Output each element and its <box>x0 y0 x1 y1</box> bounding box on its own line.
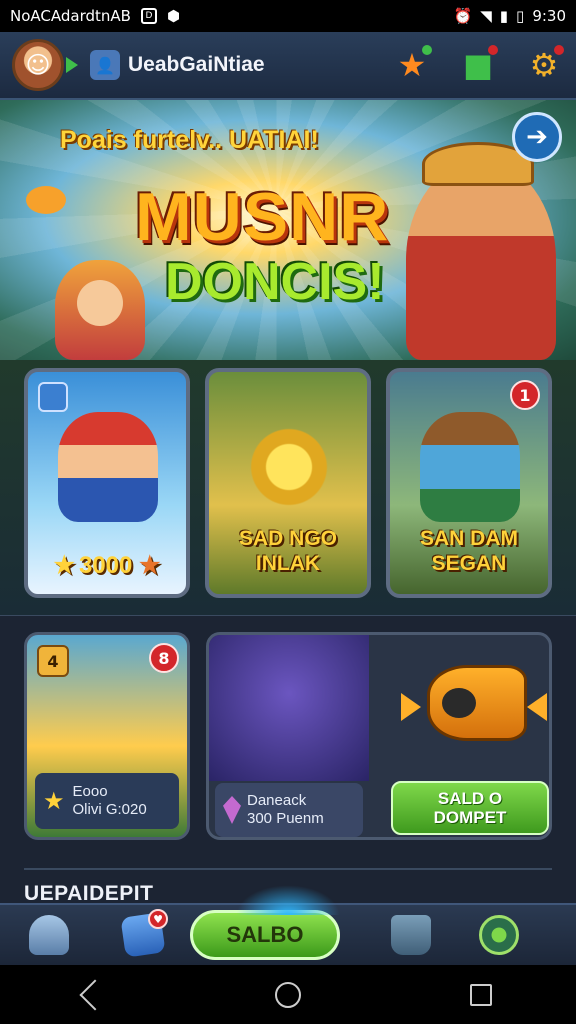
cannon-icon <box>427 665 527 741</box>
system-navigation-bar <box>0 965 576 1024</box>
user-profile-icon[interactable]: 👤 <box>90 50 120 80</box>
avatar[interactable]: ☺ <box>12 39 64 91</box>
notification-badge: 8 <box>149 643 179 673</box>
top-app-bar: ☺ 👤 UeabGaiNtiae ★ ■ ⚙ <box>0 32 576 100</box>
hero-character-illustration <box>406 160 556 360</box>
sim-icon: D <box>140 8 157 24</box>
arrow-left-icon <box>401 693 421 721</box>
saldo-dompet-button[interactable]: SALD O DOMPET <box>391 781 549 835</box>
nav-item-bucket[interactable] <box>374 907 448 963</box>
coins-illustration <box>239 412 339 522</box>
battery-icon: ▯ <box>516 7 525 25</box>
bottom-navigation: ♥ SALBO <box>0 885 576 965</box>
saldo-button[interactable]: SALBO <box>190 910 340 960</box>
promo-section: 4 8 ★ Eooo Olivi G:020 Daneack 300 Puenm… <box>0 615 576 905</box>
village-illustration <box>420 412 520 522</box>
robot-icon <box>29 915 69 955</box>
jester-character-illustration <box>55 260 145 360</box>
alarm-icon: ⏰ <box>453 7 473 25</box>
back-icon[interactable] <box>79 978 111 1011</box>
star-icon[interactable]: ★ <box>392 45 432 85</box>
glow-decoration <box>236 885 340 915</box>
hero-subtitle: Poais furtelv.. UATIAI! <box>60 126 319 154</box>
carrier-text: NoACAdardtnAB <box>10 7 131 25</box>
gem-icon <box>223 796 241 824</box>
shield-icon: ⬢ <box>166 7 181 25</box>
nav-item-robot[interactable] <box>12 907 86 963</box>
globe-icon <box>479 915 519 955</box>
star-icon: ★ <box>43 787 65 815</box>
game-cards-row: ★ 3000 ★ SAD NGO INLAK 1 SAN DAM SEGAN <box>0 360 576 615</box>
promo-card-1[interactable]: 4 8 ★ Eooo Olivi G:020 <box>24 632 190 840</box>
level-icon: 4 <box>37 645 69 677</box>
nav-item-globe[interactable] <box>462 907 536 963</box>
hero-banner[interactable]: Poais furtelv.. UATIAI! MUSNR DONCIS! ➔ <box>0 100 576 360</box>
game-card-1[interactable]: ★ 3000 ★ <box>24 368 190 598</box>
notification-badge: ♥ <box>148 909 168 929</box>
card-label: SAD NGO INLAK <box>238 527 337 575</box>
promo-info: Daneack 300 Puenm <box>215 783 363 837</box>
star-icon: ★ <box>139 552 161 579</box>
arrow-right-icon[interactable]: ➔ <box>512 112 562 162</box>
card-label: SAN DAM SEGAN <box>420 527 518 575</box>
gear-icon[interactable]: ⚙ <box>524 45 564 85</box>
star-icon: ★ <box>53 552 75 579</box>
hero-title-line2: DONCIS! <box>165 253 385 311</box>
wifi-icon: ◥ <box>480 7 492 25</box>
signal-icon: ▮ <box>499 7 509 25</box>
recent-apps-icon[interactable] <box>469 983 492 1006</box>
divider <box>24 868 552 870</box>
game-card-2[interactable]: SAD NGO INLAK <box>205 368 371 598</box>
notification-badge: 1 <box>510 380 540 410</box>
clock-text: 9:30 <box>532 7 566 25</box>
gift-icon[interactable]: ■ <box>458 45 498 85</box>
nav-item-cube[interactable]: ♥ <box>106 907 180 963</box>
game-card-3[interactable]: 1 SAN DAM SEGAN <box>386 368 552 598</box>
home-icon[interactable] <box>274 981 301 1008</box>
user-name: UeabGaiNtiae <box>128 53 265 76</box>
promo-info: ★ Eooo Olivi G:020 <box>35 773 179 829</box>
fish-character-illustration <box>26 186 66 214</box>
snowman-illustration <box>209 635 369 781</box>
card-price: ★ 3000 ★ <box>53 552 161 579</box>
status-bar: NoACAdardtnAB D ⬢ ⏰ ◥ ▮ ▯ 9:30 <box>0 0 576 32</box>
crate-icon <box>38 382 68 412</box>
bucket-icon <box>391 915 431 955</box>
cowboy-character-illustration <box>58 412 158 522</box>
arrow-right-icon <box>527 693 547 721</box>
play-icon <box>66 57 78 73</box>
promo-card-2[interactable]: Daneack 300 Puenm SALD O DOMPET <box>206 632 552 840</box>
hero-title-line1: MUSNR <box>135 179 390 255</box>
